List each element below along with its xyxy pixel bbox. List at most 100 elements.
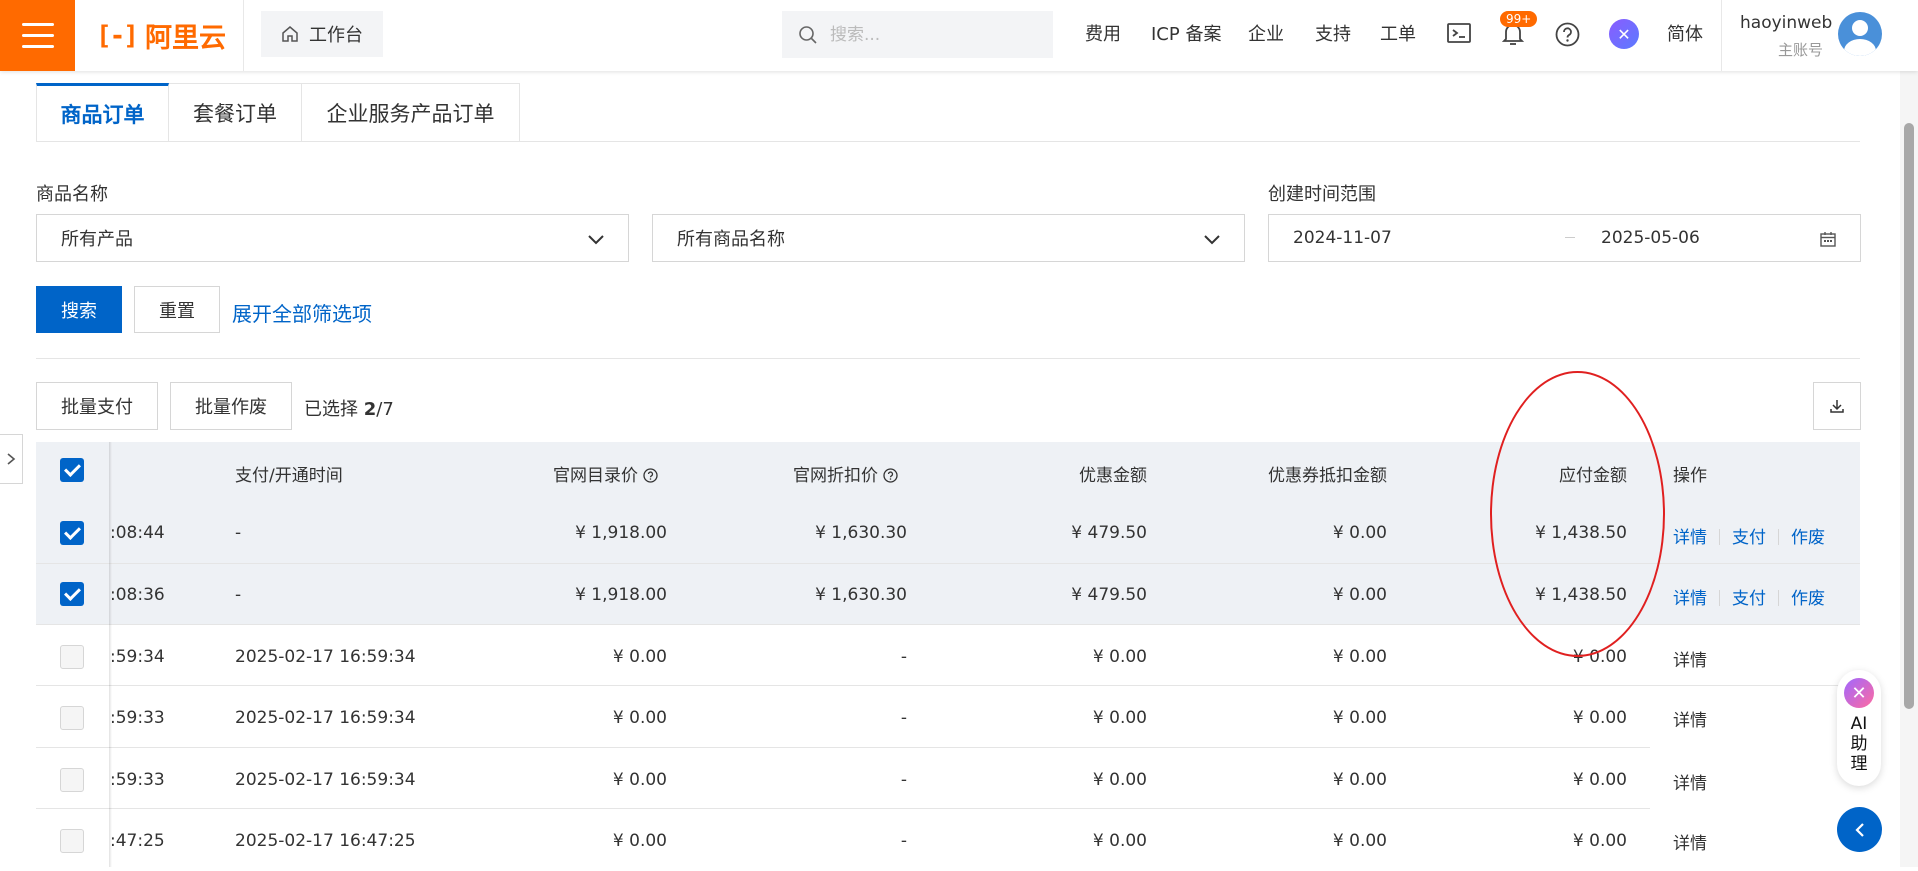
header-discount-price: 官网折扣价: [793, 461, 899, 486]
detail-link[interactable]: 详情: [1673, 589, 1707, 609]
top-bar: [-] 阿里云 工作台 费用 ICP 备案 企业 支持 工单 99+ ✕ 简体 …: [0, 0, 1918, 71]
tab-product-orders[interactable]: 商品订单: [36, 83, 169, 142]
detail-link[interactable]: 详情: [1673, 769, 1707, 794]
tab-package-orders[interactable]: 套餐订单: [169, 83, 302, 142]
row-created-time: :08:36: [110, 585, 165, 605]
row-payable: ¥ 0.00: [1572, 770, 1627, 790]
chevron-right-icon: [7, 453, 16, 465]
user-name[interactable]: haoyinweb: [1740, 13, 1832, 33]
row-created-time: :47:25: [110, 831, 165, 851]
detail-link[interactable]: 详情: [1673, 829, 1707, 854]
row-checkbox[interactable]: [60, 645, 84, 669]
row-checkbox[interactable]: [60, 521, 84, 545]
void-link[interactable]: 作废: [1791, 589, 1825, 609]
workbench-button[interactable]: 工作台: [261, 11, 383, 57]
terminal-icon[interactable]: [1447, 22, 1471, 44]
logo-mark-icon: [-]: [96, 20, 139, 51]
batch-pay-button[interactable]: 批量支付: [36, 382, 158, 430]
row-discount-price: ¥ 1,630.30: [815, 585, 907, 605]
avatar[interactable]: [1838, 12, 1882, 56]
select-all-checkbox[interactable]: [60, 458, 84, 482]
search-input[interactable]: [830, 24, 1030, 45]
help-icon[interactable]: [1555, 22, 1580, 47]
product-select[interactable]: 所有产品: [36, 214, 629, 262]
selection-count: 已选择 2/7: [304, 395, 394, 421]
menu-icon[interactable]: [0, 0, 75, 71]
batch-void-button[interactable]: 批量作废: [170, 382, 292, 430]
ai-assistant-button[interactable]: ✕ AI助理: [1837, 670, 1881, 786]
row-created-time: :59:34: [110, 647, 165, 667]
divider: [1719, 529, 1720, 545]
aliyun-logo[interactable]: [-] 阿里云: [96, 0, 226, 71]
row-created-time: :59:33: [110, 708, 165, 728]
row-list-price: ¥ 0.00: [612, 770, 667, 790]
header-discount-price-label: 官网折扣价: [793, 466, 878, 486]
scrollbar-thumb[interactable]: [1904, 123, 1914, 709]
nav-fees[interactable]: 费用: [1085, 20, 1121, 46]
row-checkbox[interactable]: [60, 829, 84, 853]
header-coupon-amount: 优惠券抵扣金额: [1268, 466, 1387, 486]
divider: [243, 0, 244, 71]
divider: [1778, 529, 1779, 545]
row-created-time: :08:44: [110, 523, 165, 543]
calendar-icon[interactable]: [1820, 231, 1836, 247]
pay-link[interactable]: 支付: [1732, 589, 1766, 609]
nav-support[interactable]: 支持: [1315, 20, 1351, 46]
header-list-price: 官网目录价: [553, 461, 659, 486]
notification-badge: 99+: [1500, 11, 1538, 27]
void-link[interactable]: 作废: [1791, 528, 1825, 548]
download-button[interactable]: [1813, 382, 1861, 430]
header-actions: 操作: [1673, 466, 1707, 486]
nav-enterprise[interactable]: 企业: [1248, 20, 1284, 46]
reset-button[interactable]: 重置: [134, 286, 220, 333]
ai-assistant-icon: ✕: [1844, 678, 1874, 708]
row-coupon-amount: ¥ 0.00: [1332, 770, 1387, 790]
selection-prefix: 已选择: [304, 399, 358, 420]
date-separator: [1565, 237, 1575, 238]
row-promo-amount: ¥ 0.00: [1092, 831, 1147, 851]
date-end[interactable]: 2025-05-06: [1601, 228, 1700, 248]
sidebar-expand-button[interactable]: [0, 434, 23, 484]
nav-icp[interactable]: ICP 备案: [1151, 20, 1221, 46]
date-range-label: 创建时间范围: [1268, 184, 1376, 205]
row-discount-price: -: [900, 770, 907, 790]
row-actions: 详情 支付 作废: [1673, 584, 1825, 609]
tab-enterprise-orders[interactable]: 企业服务产品订单: [302, 83, 520, 142]
row-list-price: ¥ 1,918.00: [575, 585, 667, 605]
divider: [36, 141, 1860, 142]
row-payable: ¥ 0.00: [1572, 831, 1627, 851]
workbench-label: 工作台: [309, 25, 363, 46]
row-checkbox[interactable]: [60, 706, 84, 730]
divider: [1721, 0, 1722, 71]
row-checkbox[interactable]: [60, 768, 84, 792]
date-range-picker[interactable]: 2024-11-07 2025-05-06: [1268, 214, 1861, 262]
chevron-down-icon: [588, 235, 604, 245]
row-promo-amount: ¥ 479.50: [1071, 523, 1147, 543]
collapse-button[interactable]: [1837, 807, 1882, 852]
row-promo-amount: ¥ 0.00: [1092, 708, 1147, 728]
divider: [1778, 590, 1779, 606]
row-list-price: ¥ 1,918.00: [575, 523, 667, 543]
help-icon[interactable]: [883, 468, 899, 483]
fixed-column-shadow: [109, 442, 112, 867]
global-search[interactable]: [782, 11, 1053, 58]
help-icon[interactable]: [643, 468, 659, 483]
nav-ticket[interactable]: 工单: [1380, 20, 1416, 46]
download-icon: [1830, 400, 1844, 413]
ai-assistant-icon[interactable]: ✕: [1609, 19, 1639, 49]
row-coupon-amount: ¥ 0.00: [1332, 708, 1387, 728]
divider: [1719, 590, 1720, 606]
language-switch[interactable]: 简体: [1667, 20, 1703, 46]
product-name-select[interactable]: 所有商品名称: [652, 214, 1245, 262]
selected-total: /7: [376, 399, 394, 420]
row-checkbox[interactable]: [60, 582, 84, 606]
search-button[interactable]: 搜索: [36, 286, 122, 333]
account-type: 主账号: [1778, 41, 1824, 59]
date-start[interactable]: 2024-11-07: [1293, 228, 1392, 248]
detail-link[interactable]: 详情: [1673, 706, 1707, 731]
pay-link[interactable]: 支付: [1732, 528, 1766, 548]
detail-link[interactable]: 详情: [1673, 528, 1707, 548]
expand-filters-link[interactable]: 展开全部筛选项: [232, 298, 372, 327]
detail-link[interactable]: 详情: [1673, 646, 1707, 671]
row-created-time: :59:33: [110, 770, 165, 790]
